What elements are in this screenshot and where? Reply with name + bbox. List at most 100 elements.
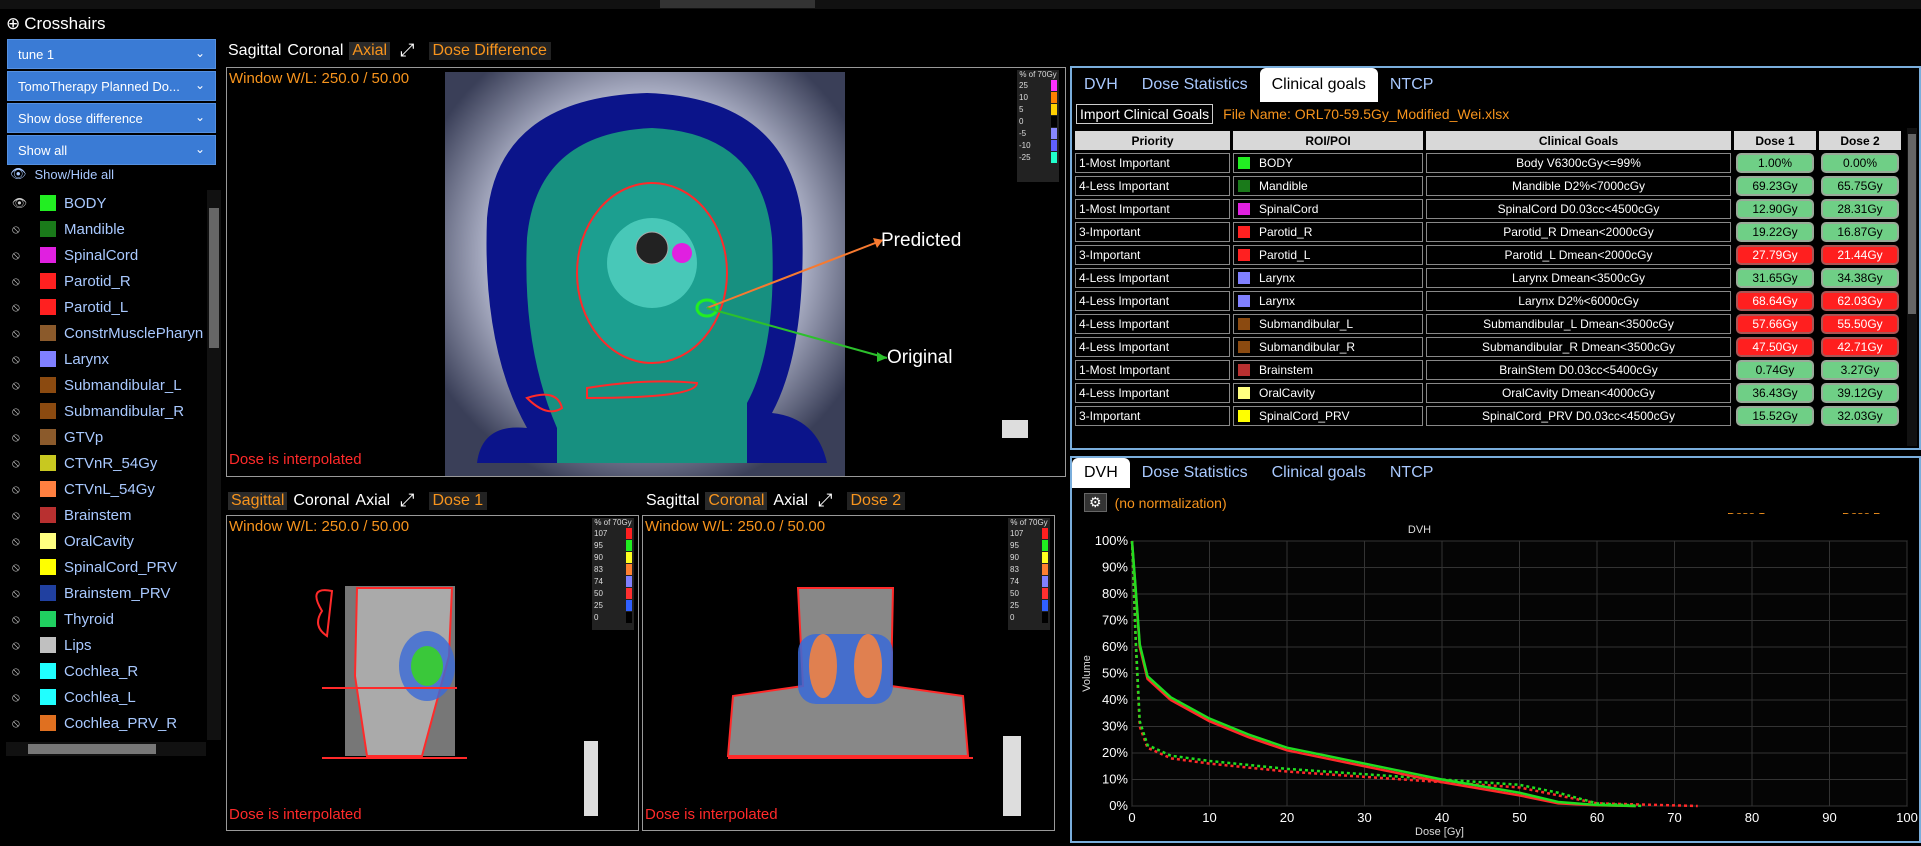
- roi-list-scrollbar[interactable]: [207, 190, 221, 740]
- goal-row[interactable]: 4-Less Important Mandible Mandible D2%<700…: [1075, 176, 1901, 196]
- tab-dvh[interactable]: DVH: [1072, 458, 1130, 488]
- roi-item[interactable]: ⦸ SpinalCord: [6, 242, 138, 268]
- eye-slash-icon[interactable]: ⦸: [12, 716, 34, 731]
- goal-row[interactable]: 3-Important Parotid_R Parotid_R Dmean<2000…: [1075, 222, 1901, 242]
- goal-row[interactable]: 4-Less Important OralCavity OralCavity Dme…: [1075, 383, 1901, 403]
- goal-row[interactable]: 4-Less Important Larynx Larynx D2%<6000cGy…: [1075, 291, 1901, 311]
- eye-icon[interactable]: 👁: [12, 196, 34, 210]
- tab-dose-statistics[interactable]: Dose Statistics: [1130, 68, 1260, 102]
- eye-slash-icon[interactable]: ⦸: [12, 248, 34, 263]
- roi-item[interactable]: ⦸ Parotid_R: [6, 268, 131, 294]
- hscroll-thumb[interactable]: [28, 744, 156, 754]
- eye-slash-icon[interactable]: ⦸: [12, 430, 34, 445]
- eye-slash-icon[interactable]: ⦸: [12, 534, 34, 549]
- tab-axial[interactable]: Axial: [355, 492, 390, 510]
- roi-item[interactable]: ⦸ GTVp: [6, 424, 103, 450]
- sagittal-view-panel[interactable]: Window W/L: 250.0 / 50.00 Dose is interp…: [226, 515, 639, 831]
- goal-row[interactable]: 1-Most Important SpinalCord SpinalCord D0.…: [1075, 199, 1901, 219]
- tab-axial[interactable]: Axial: [773, 492, 808, 510]
- eye-slash-icon[interactable]: ⦸: [12, 222, 34, 237]
- eye-slash-icon[interactable]: ⦸: [12, 326, 34, 341]
- dose-difference-select[interactable]: Show dose difference ⌄: [7, 103, 216, 133]
- show-hide-all-button[interactable]: 👁 Show/Hide all: [10, 166, 114, 182]
- expand-icon[interactable]: ⤢: [400, 490, 414, 511]
- eye-slash-icon[interactable]: ⦸: [12, 560, 34, 575]
- expand-icon[interactable]: ⤢: [818, 490, 832, 511]
- import-clinical-goals-button[interactable]: Import Clinical Goals: [1076, 104, 1214, 124]
- dvh-chart[interactable]: 0 10 20 30 40 50 60 70 80 90 100 0% 10% 20% 30% 40% 50% 6…: [1072, 513, 1921, 843]
- dose-select[interactable]: TomoTherapy Planned Do... ⌄: [7, 71, 216, 101]
- col-dose1[interactable]: Dose 1: [1734, 131, 1816, 150]
- goal-row[interactable]: 3-Important Parotid_L Parotid_L Dmean<2000…: [1075, 245, 1901, 265]
- eye-slash-icon[interactable]: ⦸: [12, 274, 34, 289]
- top-tab-strip[interactable]: [660, 0, 815, 8]
- roi-item[interactable]: ⦸ SpinalCord_PRV: [6, 554, 177, 580]
- plan-select[interactable]: tune 1 ⌄: [7, 39, 216, 69]
- dose1-label[interactable]: Dose 1: [428, 491, 488, 510]
- roi-item[interactable]: ⦸ Thyroid: [6, 606, 114, 632]
- tab-coronal[interactable]: Coronal: [293, 492, 349, 510]
- roi-item[interactable]: ⦸ Submandibular_L: [6, 372, 182, 398]
- roi-item[interactable]: ⦸ Mandible: [6, 216, 125, 242]
- tab-dvh[interactable]: DVH: [1072, 68, 1130, 102]
- col-clinical-goals[interactable]: Clinical Goals: [1426, 131, 1731, 150]
- tab-clinical-goals[interactable]: Clinical goals: [1260, 458, 1378, 488]
- tab-axial[interactable]: Axial: [349, 41, 391, 60]
- coronal-view-panel[interactable]: Window W/L: 250.0 / 50.00 Dose is interp…: [642, 515, 1055, 831]
- eye-slash-icon[interactable]: ⦸: [12, 482, 34, 497]
- eye-slash-icon[interactable]: ⦸: [12, 664, 34, 679]
- show-select[interactable]: Show all ⌄: [7, 135, 216, 165]
- expand-icon[interactable]: ⤢: [400, 40, 414, 61]
- roi-item[interactable]: 👁 BODY: [6, 190, 107, 216]
- crosshairs-toggle[interactable]: ⊕ Crosshairs: [6, 14, 106, 34]
- gear-icon[interactable]: ⚙: [1084, 493, 1107, 512]
- goal-row[interactable]: 4-Less Important Larynx Larynx Dmean<3500c…: [1075, 268, 1901, 288]
- goal-row[interactable]: 1-Most Important Brainstem BrainStem D0.03…: [1075, 360, 1901, 380]
- roi-item[interactable]: ⦸ Cochlea_PRV_R: [6, 710, 177, 736]
- goals-scroll-thumb[interactable]: [1908, 134, 1916, 314]
- tab-sagittal[interactable]: Sagittal: [228, 42, 281, 60]
- eye-slash-icon[interactable]: ⦸: [12, 456, 34, 471]
- roi-item[interactable]: ⦸ Cochlea_R: [6, 658, 138, 684]
- dose2-label[interactable]: Dose 2: [846, 491, 906, 510]
- roi-item[interactable]: ⦸ Brainstem_PRV: [6, 580, 170, 606]
- tab-dose-statistics[interactable]: Dose Statistics: [1130, 458, 1260, 488]
- roi-item[interactable]: ⦸ Cochlea_L: [6, 684, 136, 710]
- eye-slash-icon[interactable]: ⦸: [12, 638, 34, 653]
- tab-ntcp[interactable]: NTCP: [1378, 458, 1446, 488]
- goal-row[interactable]: 4-Less Important Submandibular_L Submandib…: [1075, 314, 1901, 334]
- eye-slash-icon[interactable]: ⦸: [12, 612, 34, 627]
- eye-slash-icon[interactable]: ⦸: [12, 352, 34, 367]
- goal-row[interactable]: 4-Less Important Submandibular_R Submandib…: [1075, 337, 1901, 357]
- eye-slash-icon[interactable]: ⦸: [12, 508, 34, 523]
- roi-item[interactable]: ⦸ Parotid_L: [6, 294, 128, 320]
- eye-slash-icon[interactable]: ⦸: [12, 586, 34, 601]
- roi-item[interactable]: ⦸ OralCavity: [6, 528, 134, 554]
- tab-sagittal[interactable]: Sagittal: [646, 492, 699, 510]
- eye-slash-icon[interactable]: ⦸: [12, 404, 34, 419]
- roi-item[interactable]: ⦸ Lips: [6, 632, 92, 658]
- dose-difference-label[interactable]: Dose Difference: [428, 41, 551, 60]
- eye-slash-icon[interactable]: ⦸: [12, 690, 34, 705]
- col-priority[interactable]: Priority: [1075, 131, 1230, 150]
- tab-clinical-goals[interactable]: Clinical goals: [1259, 68, 1378, 102]
- tab-coronal[interactable]: Coronal: [287, 42, 343, 60]
- scroll-thumb[interactable]: [209, 208, 219, 348]
- roi-item[interactable]: ⦸ Submandibular_R: [6, 398, 184, 424]
- eye-slash-icon[interactable]: ⦸: [12, 300, 34, 315]
- tab-coronal[interactable]: Coronal: [705, 491, 768, 510]
- roi-item[interactable]: ⦸ CTVnL_54Gy: [6, 476, 155, 502]
- roi-item[interactable]: ⦸ Brainstem: [6, 502, 132, 528]
- tab-sagittal[interactable]: Sagittal: [228, 491, 288, 510]
- tab-ntcp[interactable]: NTCP: [1378, 68, 1446, 102]
- goal-row[interactable]: 3-Important SpinalCord_PRV SpinalCord_PRV …: [1075, 406, 1901, 426]
- roi-item[interactable]: ⦸ CTVnR_54Gy: [6, 450, 157, 476]
- col-roi[interactable]: ROI/POI: [1233, 131, 1423, 150]
- axial-view-panel[interactable]: Window W/L: 250.0 / 50.00 Dose is interp…: [226, 67, 1066, 477]
- eye-slash-icon[interactable]: ⦸: [12, 378, 34, 393]
- roi-item[interactable]: ⦸ Larynx: [6, 346, 109, 372]
- col-dose2[interactable]: Dose 2: [1819, 131, 1901, 150]
- goals-scrollbar[interactable]: [1907, 128, 1917, 446]
- roi-list-hscrollbar[interactable]: [6, 742, 206, 756]
- roi-item[interactable]: ⦸ ConstrMusclePharyn: [6, 320, 203, 346]
